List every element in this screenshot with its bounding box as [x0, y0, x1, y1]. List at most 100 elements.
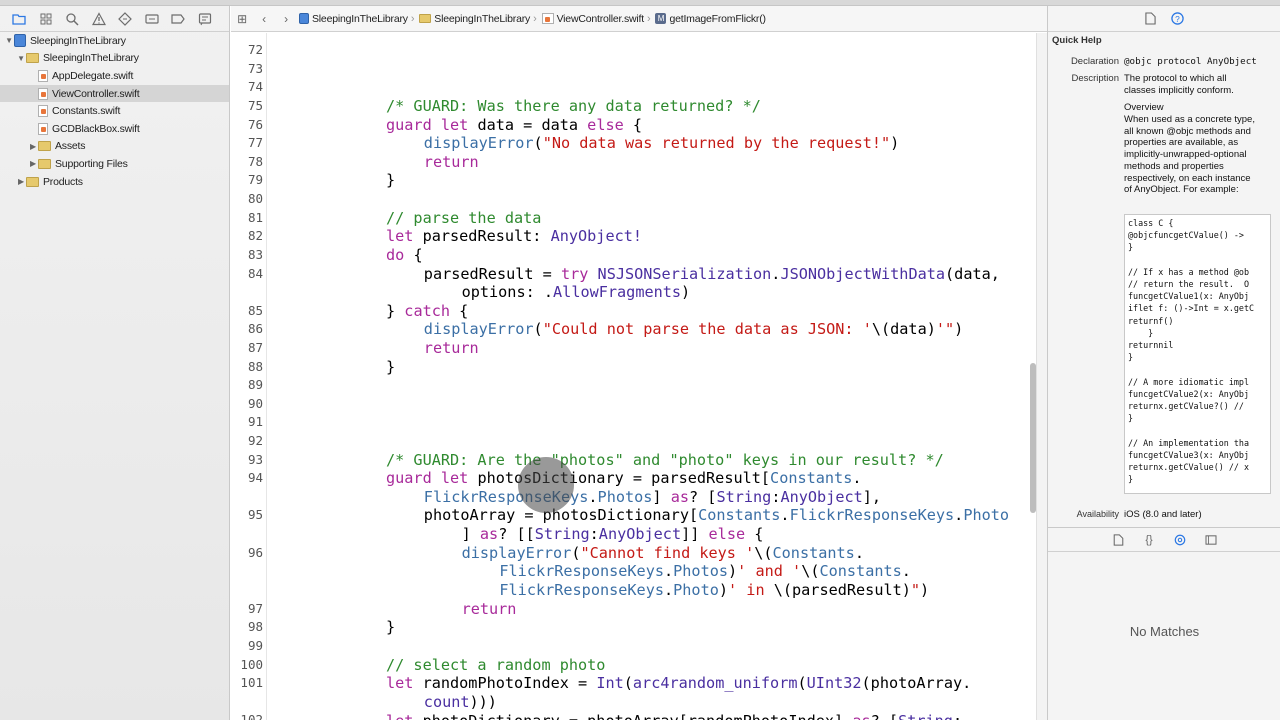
file-inspector-icon[interactable] — [1144, 12, 1157, 25]
file-tree-item[interactable]: ▶ Assets — [0, 138, 229, 156]
line-number: 81 — [247, 210, 263, 225]
code-token: Photo — [963, 506, 1010, 524]
breadcrumb-file[interactable]: ViewController.swift — [540, 13, 644, 25]
code-line[interactable]: } catch { — [386, 302, 468, 321]
disclosure-closed-icon[interactable]: ▶ — [28, 142, 38, 151]
code-token: ' in — [728, 581, 774, 599]
related-items-icon[interactable]: ⊞ — [231, 12, 253, 26]
disclosure-open-icon[interactable]: ▼ — [4, 36, 14, 45]
code-line[interactable]: let parsedResult: AnyObject! — [386, 227, 642, 246]
code-token: ] — [461, 525, 480, 543]
code-token: options: . — [461, 283, 554, 301]
code-example-line: // A more idiomatic impl — [1128, 376, 1250, 387]
symbol-navigator-icon[interactable] — [33, 8, 60, 30]
code-token: { — [404, 246, 423, 264]
code-token: AnyObject — [598, 525, 682, 543]
code-line[interactable]: /* GUARD: Was there any data returned? *… — [386, 97, 761, 116]
breakpoint-icon[interactable] — [165, 8, 192, 30]
code-token: Constants — [772, 544, 855, 562]
code-token: /* GUARD: Was there any data returned? *… — [386, 97, 761, 115]
quick-help-icon[interactable]: ? — [1171, 12, 1184, 25]
code-example-line — [1128, 254, 1267, 266]
code-line[interactable]: return — [424, 153, 479, 172]
forward-button[interactable]: › — [275, 12, 297, 26]
file-tree-label: SleepingInTheLibrary — [30, 34, 126, 47]
breadcrumb-folder[interactable]: SleepingInTheLibrary — [417, 13, 530, 25]
folder-icon — [38, 158, 51, 169]
code-line[interactable]: } — [386, 618, 395, 637]
code-token: as — [479, 525, 499, 543]
breadcrumb-method[interactable]: MgetImageFromFlickr() — [653, 13, 766, 25]
code-line[interactable]: } — [386, 358, 395, 377]
file-tree-label: Supporting Files — [55, 157, 128, 170]
source-editor[interactable]: 72 73 74 75 76 77 78 79 80 81 82 83 84 85 86 87 88 89 90 91… — [231, 33, 1036, 720]
code-line[interactable]: options: .AllowFragments) — [462, 283, 691, 302]
code-snippet-icon[interactable]: {} — [1143, 533, 1156, 546]
code-line[interactable]: parsedResult = try NSJSONSerialization.J… — [424, 265, 1000, 284]
code-token: Constants — [770, 469, 853, 487]
line-number: 99 — [247, 638, 263, 653]
code-line[interactable]: } — [386, 171, 395, 190]
code-line[interactable]: FlickrResponseKeys.Photos)' and '\(Const… — [499, 562, 911, 581]
file-tree-item[interactable]: ViewController.swift — [0, 84, 229, 103]
overview-heading: Overview — [1124, 102, 1164, 113]
code-token: let — [386, 227, 414, 245]
warning-icon[interactable] — [86, 8, 113, 30]
folder-icon[interactable] — [6, 8, 33, 30]
object-library-icon[interactable] — [1174, 533, 1187, 546]
code-line[interactable]: /* GUARD: Are the "photos" and "photo" k… — [386, 451, 944, 470]
search-icon[interactable] — [59, 8, 86, 30]
code-line[interactable]: displayError("Could not parse the data a… — [424, 320, 964, 339]
folder-icon — [26, 176, 39, 187]
report-icon[interactable] — [192, 8, 219, 30]
code-line[interactable]: return — [462, 600, 517, 619]
file-tree-item[interactable]: ▶ Products — [0, 173, 229, 191]
test-diamond-icon[interactable] — [112, 8, 139, 30]
code-line[interactable]: return — [424, 339, 479, 358]
code-line[interactable]: ] as? [[String:AnyObject]] else { — [462, 525, 764, 544]
file-tree-item[interactable]: ▶ Supporting Files — [0, 155, 229, 173]
file-tree-item[interactable]: Constants.swift — [0, 102, 229, 120]
code-line[interactable]: do { — [386, 246, 423, 265]
file-template-icon[interactable] — [1112, 533, 1125, 546]
code-example-line: @objcfuncgetCValue() -> — [1128, 230, 1244, 241]
line-number: 83 — [247, 247, 263, 262]
file-tree-item[interactable]: ▼ SleepingInTheLibrary — [0, 50, 229, 68]
code-line[interactable]: FlickrResponseKeys.Photo)' in \(parsedRe… — [499, 581, 929, 600]
code-line[interactable]: // select a random photo — [386, 656, 605, 675]
code-token: /* GUARD: Are the "photos" and "photo" k… — [386, 451, 944, 469]
code-line[interactable]: photoArray = photosDictionary[Constants.… — [424, 506, 1009, 525]
code-line[interactable]: guard let data = data else { — [386, 116, 642, 135]
file-tree-item[interactable]: AppDelegate.swift — [0, 67, 229, 85]
back-button[interactable]: ‹ — [253, 12, 275, 26]
code-example-line: // return the result. O — [1128, 279, 1250, 290]
overview-line: When used as a concrete type, — [1124, 114, 1255, 125]
line-number: 88 — [247, 359, 263, 374]
breadcrumb-project[interactable]: SleepingInTheLibrary — [297, 13, 408, 25]
code-line[interactable]: // parse the data — [386, 209, 541, 228]
code-line[interactable]: displayError("Cannot find keys '\(Consta… — [462, 544, 864, 563]
code-line[interactable]: let photoDictionary = photoArray[randomP… — [386, 712, 962, 720]
code-line[interactable]: guard let photosDictionary = parsedResul… — [386, 469, 862, 488]
code-token: AnyObject! — [550, 227, 643, 245]
line-number: 102 — [240, 712, 263, 720]
code-token: ( — [797, 674, 807, 692]
line-number: 77 — [247, 135, 263, 150]
code-token: guard let — [386, 469, 469, 487]
code-line[interactable]: count))) — [424, 693, 497, 712]
code-token: UInt32 — [806, 674, 862, 692]
disclosure-open-icon[interactable]: ▼ — [16, 54, 26, 63]
media-library-icon[interactable] — [1205, 533, 1218, 546]
code-token: (data, — [945, 265, 1000, 283]
code-token: ) — [890, 134, 900, 152]
debug-icon[interactable] — [139, 8, 166, 30]
code-token: let — [386, 674, 414, 692]
disclosure-closed-icon[interactable]: ▶ — [16, 177, 26, 186]
overview-text: When used as a concrete type, all known … — [1124, 114, 1255, 196]
code-line[interactable]: FlickrResponseKeys.Photos] as? [String:A… — [424, 488, 881, 507]
file-tree-item[interactable]: GCDBlackBox.swift — [0, 120, 229, 138]
disclosure-closed-icon[interactable]: ▶ — [28, 159, 38, 168]
file-tree-item[interactable]: ▼ SleepingInTheLibrary — [0, 32, 229, 50]
code-line[interactable]: let randomPhotoIndex = Int(arc4random_un… — [386, 674, 971, 693]
code-line[interactable]: displayError("No data was returned by th… — [424, 134, 900, 153]
